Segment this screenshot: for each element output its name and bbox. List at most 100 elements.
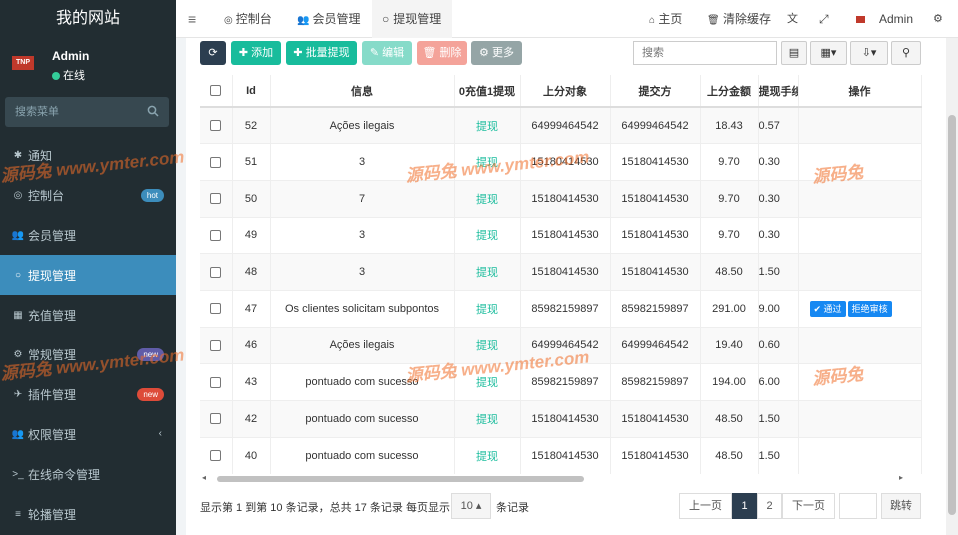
scrollbar-thumb[interactable] <box>217 476 584 482</box>
columns-icon[interactable]: ▦▾ <box>810 41 847 65</box>
edit-button[interactable]: ✎ 编辑 <box>362 41 412 65</box>
export-icon[interactable]: ⇩▾ <box>850 41 888 65</box>
cell-type[interactable]: 提现 <box>454 289 521 328</box>
column-header-id[interactable]: Id <box>232 75 271 108</box>
sidebar-item-notice[interactable]: ✱ 通知 <box>0 136 176 176</box>
scroll-left-icon[interactable]: ◂ <box>202 473 206 482</box>
checkbox-icon[interactable] <box>210 230 222 241</box>
sidebar-item-withdraw[interactable]: ○ 提现管理 <box>0 255 176 296</box>
row-checkbox[interactable] <box>200 179 233 218</box>
cell-type[interactable]: 提现 <box>454 216 521 254</box>
toggle-view-icon[interactable]: ▤ <box>781 41 807 65</box>
more-button[interactable]: ⚙ 更多 <box>471 41 522 65</box>
next-page-button[interactable]: 下一页 <box>782 493 835 519</box>
checkbox-icon[interactable] <box>210 340 222 352</box>
admin-menu[interactable]: Admin <box>856 0 913 38</box>
sidebar-item-recharge[interactable]: ▦ 充值管理 <box>0 295 176 335</box>
search-icon[interactable] <box>147 105 159 117</box>
sidebar-item-dashboard[interactable]: ◎ 控制台 hot <box>0 176 176 216</box>
tab-dashboard[interactable]: ◎ 控制台 <box>224 0 272 38</box>
cell-type[interactable]: 提现 <box>454 179 521 218</box>
checkbox-icon[interactable] <box>210 303 222 315</box>
row-checkbox[interactable] <box>200 289 233 328</box>
table-row[interactable]: 48 3 提现 15180414530 15180414530 48.50 1.50 <box>200 253 922 291</box>
fullscreen-icon[interactable]: ⤢ <box>819 0 829 38</box>
cell-type[interactable]: 提现 <box>454 326 521 364</box>
select-all-checkbox[interactable] <box>200 75 233 108</box>
scroll-right-icon[interactable]: ▸ <box>899 473 903 482</box>
prev-page-button[interactable]: 上一页 <box>679 493 732 519</box>
cell-type[interactable]: 提现 <box>454 436 521 474</box>
tab-members[interactable]: 👥 会员管理 <box>297 0 360 38</box>
refresh-button[interactable]: ⟳ <box>200 41 226 65</box>
row-checkbox[interactable] <box>200 106 233 144</box>
checkbox-icon[interactable] <box>210 376 222 388</box>
batch-withdraw-button[interactable]: ✚ 批量提现 <box>286 41 357 65</box>
page-2-button[interactable]: 2 <box>757 493 782 519</box>
row-checkbox[interactable] <box>200 436 233 474</box>
jump-button[interactable]: 跳转 <box>881 493 921 519</box>
sidebar-item-members[interactable]: 👥 会员管理 <box>0 216 176 256</box>
settings-gear-icon[interactable]: ⚙ <box>933 0 943 38</box>
cell-type[interactable]: 提现 <box>454 363 521 401</box>
clear-cache-button[interactable]: 🗑 清除缓存 <box>707 0 771 38</box>
sidebar-item-online-command[interactable]: >_ 在线命令管理 <box>0 454 176 494</box>
table-row[interactable]: 46 Ações ilegais 提现 64999464542 64999464542 1… <box>200 326 922 364</box>
permissions-icon: 👥 <box>11 428 25 440</box>
column-header-info[interactable]: 信息 <box>270 75 455 108</box>
column-header-target[interactable]: 上分对象 <box>520 75 611 108</box>
advanced-search-icon[interactable]: ⚲ <box>891 41 921 65</box>
cell-type[interactable]: 提现 <box>454 143 521 181</box>
checkbox-icon[interactable] <box>210 156 222 168</box>
sidebar-item-plugins[interactable]: ✈ 插件管理 new <box>0 375 176 415</box>
language-icon[interactable]: 文 <box>787 0 798 38</box>
row-checkbox[interactable] <box>200 216 233 254</box>
page-1-button[interactable]: 1 <box>732 493 757 519</box>
checkbox-icon[interactable] <box>210 85 222 97</box>
sidebar-item-general[interactable]: ⚙ 常规管理 new <box>0 335 176 375</box>
sidebar-item-permissions[interactable]: 👥 权限管理 ‹ <box>0 415 176 455</box>
menu-search-input[interactable] <box>5 97 135 127</box>
site-brand[interactable]: 我的网站 <box>0 0 176 38</box>
add-button[interactable]: ✚ 添加 <box>231 41 281 65</box>
column-header-fee[interactable]: 提现手续 <box>758 75 799 108</box>
cell-type[interactable]: 提现 <box>454 253 521 291</box>
cell-type[interactable]: 提现 <box>454 400 521 438</box>
vertical-scrollbar[interactable] <box>946 38 958 535</box>
checkbox-icon[interactable] <box>210 450 222 462</box>
page-size-select[interactable]: 10 ▴ <box>451 493 491 519</box>
table-row[interactable]: 50 7 提现 15180414530 15180414530 9.70 0.30 <box>200 179 922 218</box>
table-row[interactable]: 52 Ações ilegais 提现 64999464542 64999464542 1… <box>200 106 922 144</box>
row-checkbox[interactable] <box>200 253 233 291</box>
add-label: 添加 <box>251 47 274 59</box>
cell-type[interactable]: 提现 <box>454 106 521 144</box>
jump-page-input[interactable] <box>839 493 877 519</box>
table-row[interactable]: 49 3 提现 15180414530 15180414530 9.70 0.30 <box>200 216 922 254</box>
checkbox-icon[interactable] <box>210 266 222 278</box>
column-header-amount[interactable]: 上分金额 <box>700 75 759 108</box>
tab-withdraw[interactable]: ○ 提现管理 <box>372 0 452 38</box>
row-checkbox[interactable] <box>200 363 233 401</box>
column-header-submitter[interactable]: 提交方 <box>610 75 701 108</box>
checkbox-icon[interactable] <box>210 413 222 425</box>
table-row[interactable]: 43 pontuado com sucesso 提现 85982159897 85982… <box>200 363 922 401</box>
table-row[interactable]: 40 pontuado com sucesso 提现 15180414530 15180… <box>200 436 922 474</box>
checkbox-icon[interactable] <box>210 193 222 205</box>
horizontal-scrollbar[interactable]: ◂ ▸ <box>200 473 921 485</box>
table-row[interactable]: 42 pontuado com sucesso 提现 15180414530 15180… <box>200 400 922 438</box>
row-checkbox[interactable] <box>200 326 233 364</box>
vertical-scrollbar-thumb[interactable] <box>948 115 956 515</box>
approve-button[interactable]: ✔ 通过 <box>809 300 846 317</box>
delete-button[interactable]: 🗑 删除 <box>417 41 467 65</box>
home-link[interactable]: ⌂ 主页 <box>649 0 682 38</box>
column-header-type[interactable]: 0充值1提现 <box>454 75 521 108</box>
row-checkbox[interactable] <box>200 400 233 438</box>
sidebar-item-carousel[interactable]: ≡ 轮播管理 <box>0 494 176 534</box>
menu-toggle-icon[interactable]: ≡ <box>188 0 196 38</box>
checkbox-icon[interactable] <box>210 120 222 132</box>
row-checkbox[interactable] <box>200 143 233 181</box>
table-row[interactable]: 51 3 提现 15180414530 15180414530 9.70 0.30 <box>200 143 922 181</box>
table-search-input[interactable] <box>633 41 777 65</box>
reject-button[interactable]: 拒绝审核 <box>847 300 892 317</box>
table-row[interactable]: 47 Os clientes solicitam subpontos 提现 85982… <box>200 289 922 328</box>
